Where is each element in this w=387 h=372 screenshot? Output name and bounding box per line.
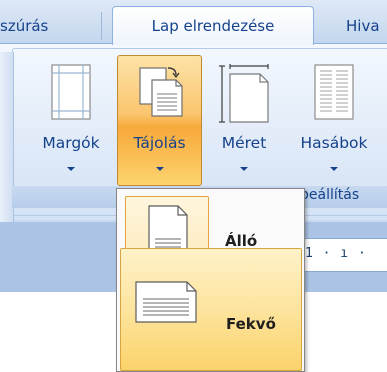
tab-page-layout-label: Lap elrendezése — [151, 17, 275, 35]
page-size-button[interactable]: Méret — [208, 56, 280, 176]
tab-references[interactable]: Hiva — [346, 8, 387, 44]
page-setup-group-label: beállítás — [300, 187, 360, 203]
tab-page-layout[interactable]: Lap elrendezése — [112, 6, 314, 45]
tab-insert[interactable]: szúrás — [0, 8, 100, 44]
margins-icon — [51, 64, 91, 124]
page-size-icon — [218, 64, 270, 128]
landscape-page-icon — [135, 281, 197, 327]
chevron-down-icon — [330, 167, 338, 171]
menu-item-landscape-label: Fekvő — [226, 315, 276, 333]
ruler-marks: 1 · ı · — [305, 246, 367, 261]
columns-button[interactable]: Hasábok — [286, 56, 382, 176]
margins-button[interactable]: Margók — [31, 56, 111, 176]
margins-label: Margók — [42, 134, 100, 152]
columns-icon — [314, 64, 354, 124]
tab-separator — [101, 12, 102, 40]
orientation-dropdown-menu: Álló Fekvő — [116, 188, 305, 372]
tab-references-label: Hiva — [346, 17, 380, 35]
orientation-icon — [138, 64, 184, 124]
chevron-down-icon — [240, 167, 248, 171]
columns-label: Hasábok — [300, 134, 368, 152]
tab-insert-label: szúrás — [0, 17, 49, 35]
page-size-label: Méret — [221, 134, 267, 152]
ribbon-tab-strip: szúrás Lap elrendezése Hiva — [0, 0, 387, 45]
orientation-label: Tájolás — [133, 134, 186, 152]
orientation-button[interactable]: Tájolás — [117, 55, 202, 186]
chevron-down-icon — [155, 167, 164, 171]
menu-item-landscape[interactable]: Fekvő — [120, 248, 302, 371]
chevron-down-icon — [67, 167, 75, 171]
